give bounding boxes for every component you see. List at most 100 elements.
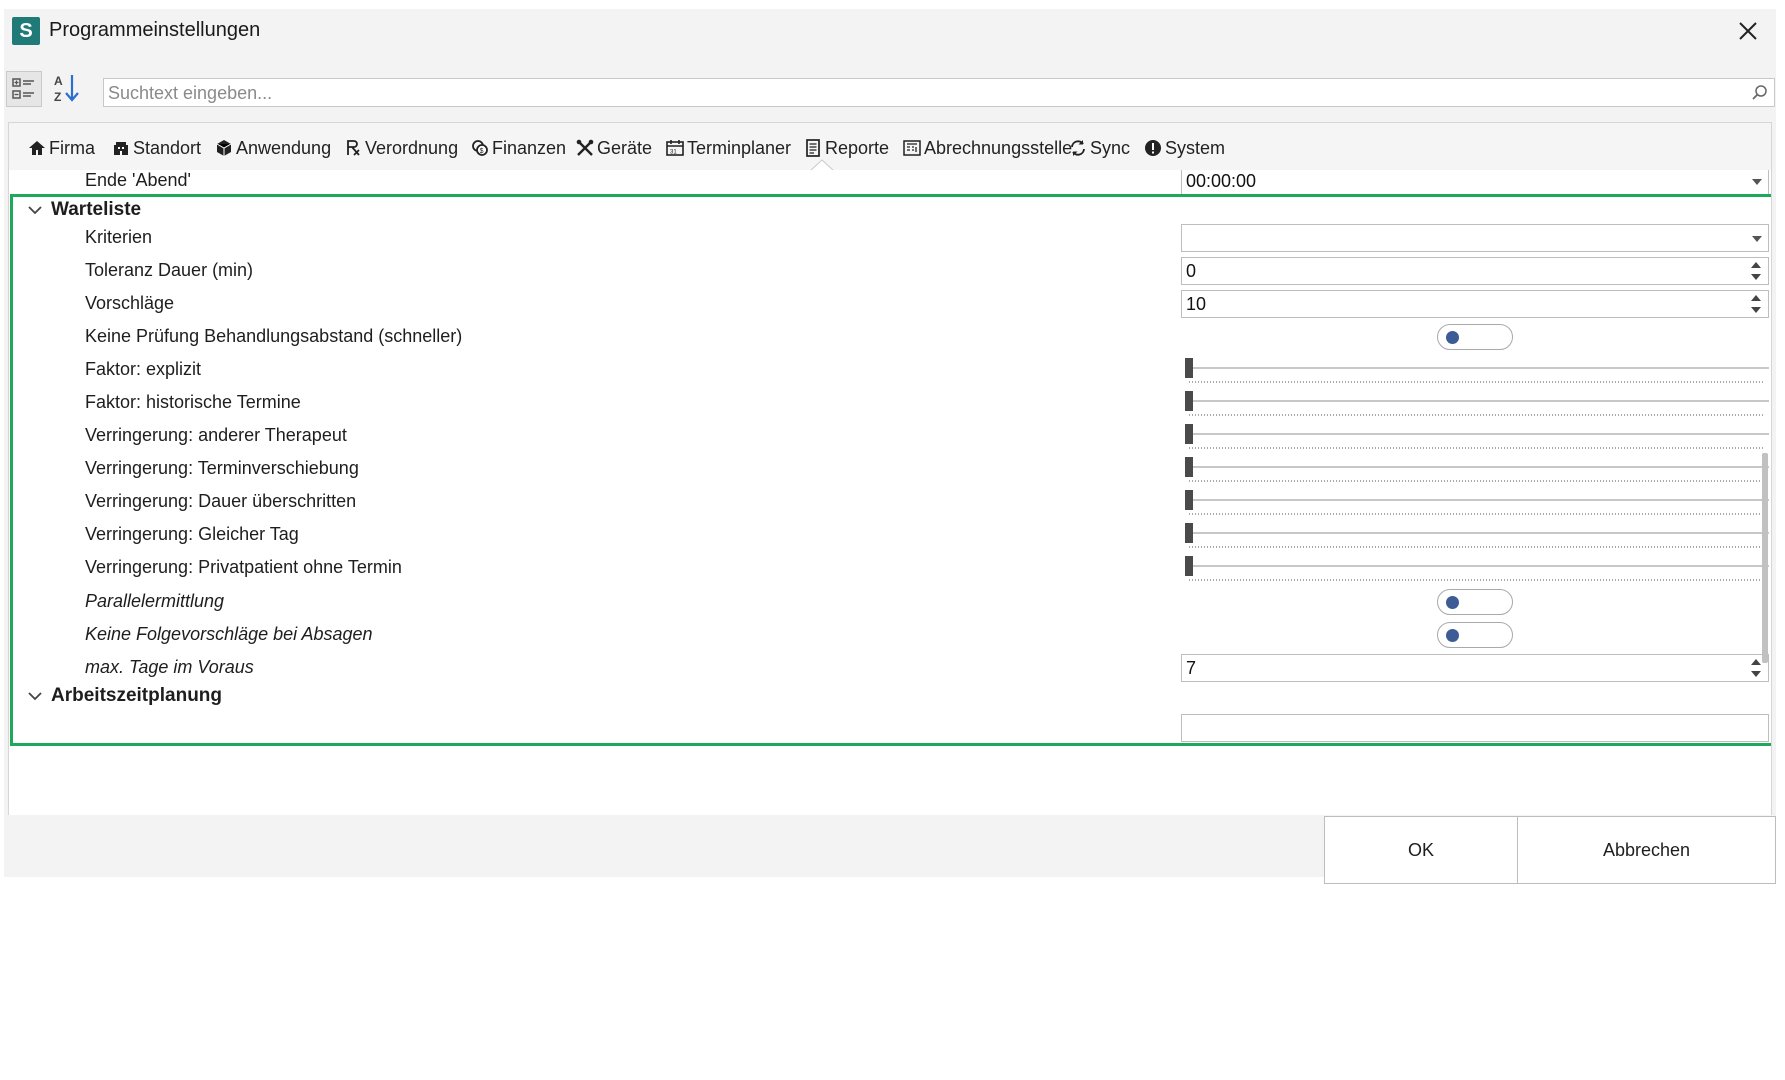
cutoff-combo[interactable] bbox=[1181, 714, 1769, 742]
slider-track bbox=[1185, 400, 1769, 402]
setting-row-toleranz: Toleranz Dauer (min) 0 bbox=[9, 253, 1771, 289]
tab-geraete[interactable]: Geräte bbox=[575, 135, 652, 161]
spin-up-icon[interactable] bbox=[1751, 295, 1761, 301]
chevron-down-icon bbox=[28, 692, 42, 701]
slider-thumb[interactable] bbox=[1185, 424, 1193, 444]
search-input[interactable] bbox=[108, 81, 1728, 105]
dauer-ueberschritten-slider[interactable] bbox=[1185, 490, 1769, 516]
setting-row-cutoff bbox=[9, 710, 1771, 746]
slider-ticks bbox=[1189, 546, 1765, 548]
setting-row-parallelermittlung: Parallelermittlung bbox=[9, 584, 1771, 620]
category-tab-bar: Firma Standort Anwendung Verordnung $ Fi… bbox=[8, 122, 1772, 170]
setting-label: Verringerung: Dauer überschritten bbox=[85, 491, 357, 511]
tab-reporte[interactable]: Reporte bbox=[803, 135, 889, 161]
slider-track bbox=[1185, 466, 1769, 468]
tab-anwendung[interactable]: Anwendung bbox=[214, 135, 331, 161]
keine-pruefung-toggle[interactable] bbox=[1437, 324, 1513, 350]
setting-row-keine-pruefung: Keine Prüfung Behandlungsabstand (schnel… bbox=[9, 319, 1771, 355]
toolbar: A Z bbox=[4, 67, 1776, 109]
setting-row-kriterien: Kriterien bbox=[9, 220, 1771, 256]
setting-label: Faktor: explizit bbox=[85, 359, 202, 379]
setting-row-faktor-historisch: Faktor: historische Termine bbox=[9, 385, 1771, 421]
toggle-knob bbox=[1446, 596, 1459, 609]
ok-button[interactable]: OK bbox=[1324, 816, 1518, 884]
settings-dialog: S Programmeinstellungen A Z Suchtext ein… bbox=[4, 9, 1776, 884]
setting-row-privatpatient: Verringerung: Privatpatient ohne Termin bbox=[9, 550, 1771, 586]
setting-row-anderer-therapeut: Verringerung: anderer Therapeut bbox=[9, 418, 1771, 454]
spin-up-icon[interactable] bbox=[1751, 659, 1761, 665]
slider-thumb[interactable] bbox=[1185, 457, 1193, 477]
category-view-button[interactable] bbox=[6, 71, 42, 107]
spin-down-icon[interactable] bbox=[1751, 274, 1761, 280]
categorized-list-icon bbox=[12, 78, 34, 99]
slider-ticks bbox=[1189, 513, 1765, 515]
setting-label: max. Tage im Voraus bbox=[85, 657, 254, 677]
tab-finanzen[interactable]: $ Finanzen bbox=[470, 135, 566, 161]
setting-row-gleicher-tag: Verringerung: Gleicher Tag bbox=[9, 517, 1771, 553]
toleranz-spinner[interactable]: 0 bbox=[1181, 257, 1769, 285]
title-bar: S Programmeinstellungen bbox=[4, 9, 1776, 53]
slider-thumb[interactable] bbox=[1185, 490, 1193, 510]
vorschlaege-spinner[interactable]: 10 bbox=[1181, 290, 1769, 318]
chevron-down-icon bbox=[1752, 236, 1762, 242]
setting-row-dauer-ueberschritten: Verringerung: Dauer überschritten bbox=[9, 484, 1771, 520]
slider-track bbox=[1185, 433, 1769, 435]
slider-track bbox=[1185, 532, 1769, 534]
tab-sync[interactable]: Sync bbox=[1068, 135, 1130, 161]
sync-icon bbox=[1071, 140, 1085, 156]
search-icon bbox=[1752, 85, 1767, 100]
tab-abrechnungsstelle[interactable]: Abrechnungsstelle bbox=[902, 135, 1072, 161]
cancel-button[interactable]: Abbrechen bbox=[1517, 816, 1776, 884]
tab-standort[interactable]: Standort bbox=[111, 135, 201, 161]
tab-firma[interactable]: Firma bbox=[27, 135, 95, 161]
slider-ticks bbox=[1189, 414, 1765, 416]
spin-up-icon[interactable] bbox=[1751, 262, 1761, 268]
keine-folgevorschlaege-toggle[interactable] bbox=[1437, 622, 1513, 648]
svg-text:$: $ bbox=[480, 148, 484, 155]
setting-label: Verringerung: Privatpatient ohne Termin bbox=[85, 557, 402, 577]
anderer-therapeut-slider[interactable] bbox=[1185, 424, 1769, 450]
tab-terminplaner[interactable]: 31 Terminplaner bbox=[665, 135, 791, 161]
tools-icon bbox=[576, 139, 594, 156]
home-icon bbox=[29, 141, 45, 155]
toggle-knob bbox=[1446, 629, 1459, 642]
gleicher-tag-slider[interactable] bbox=[1185, 523, 1769, 549]
faktor-explizit-slider[interactable] bbox=[1185, 358, 1769, 384]
tab-verordnung[interactable]: Verordnung bbox=[343, 135, 458, 161]
coins-icon: $ bbox=[472, 140, 488, 156]
sort-alphabetical-button[interactable]: A Z bbox=[50, 71, 86, 107]
terminverschiebung-slider[interactable] bbox=[1185, 457, 1769, 483]
slider-ticks bbox=[1189, 480, 1765, 482]
vertical-scrollbar[interactable] bbox=[1762, 453, 1768, 663]
setting-row-keine-folgevorschlaege: Keine Folgevorschläge bei Absagen bbox=[9, 617, 1771, 653]
parallelermittlung-toggle[interactable] bbox=[1437, 589, 1513, 615]
chevron-down-icon bbox=[28, 206, 42, 215]
spin-down-icon[interactable] bbox=[1751, 307, 1761, 313]
kriterien-combo[interactable] bbox=[1181, 224, 1769, 252]
info-icon bbox=[1145, 140, 1161, 156]
building-icon bbox=[114, 142, 128, 155]
setting-label: Faktor: historische Termine bbox=[85, 392, 301, 412]
slider-thumb[interactable] bbox=[1185, 358, 1193, 378]
faktor-historisch-slider[interactable] bbox=[1185, 391, 1769, 417]
spin-down-icon[interactable] bbox=[1751, 671, 1761, 677]
privatpatient-slider[interactable] bbox=[1185, 556, 1769, 582]
slider-thumb[interactable] bbox=[1185, 523, 1193, 543]
search-field[interactable] bbox=[103, 78, 1775, 107]
slider-thumb[interactable] bbox=[1185, 556, 1193, 576]
setting-label: Keine Folgevorschläge bei Absagen bbox=[85, 624, 373, 644]
dialog-footer: OK Abbrechen bbox=[4, 815, 1776, 884]
setting-label: Keine Prüfung Behandlungsabstand (schnel… bbox=[85, 326, 463, 346]
group-header-arbeitszeitplanung[interactable]: Arbeitszeitplanung bbox=[9, 678, 1771, 714]
slider-ticks bbox=[1189, 447, 1765, 449]
box-icon bbox=[216, 140, 232, 156]
slider-thumb[interactable] bbox=[1185, 391, 1193, 411]
close-button[interactable] bbox=[1732, 15, 1764, 47]
svg-text:A: A bbox=[54, 74, 63, 88]
settings-grid: Ende 'Abend' 00:00:00 Warteliste Kriteri… bbox=[8, 170, 1772, 815]
svg-text:Z: Z bbox=[54, 90, 61, 104]
setting-label: Parallelermittlung bbox=[85, 591, 225, 611]
setting-row-terminverschiebung: Verringerung: Terminverschiebung bbox=[9, 451, 1771, 487]
tab-system[interactable]: System bbox=[1143, 135, 1225, 161]
setting-label: Vorschläge bbox=[85, 293, 175, 313]
